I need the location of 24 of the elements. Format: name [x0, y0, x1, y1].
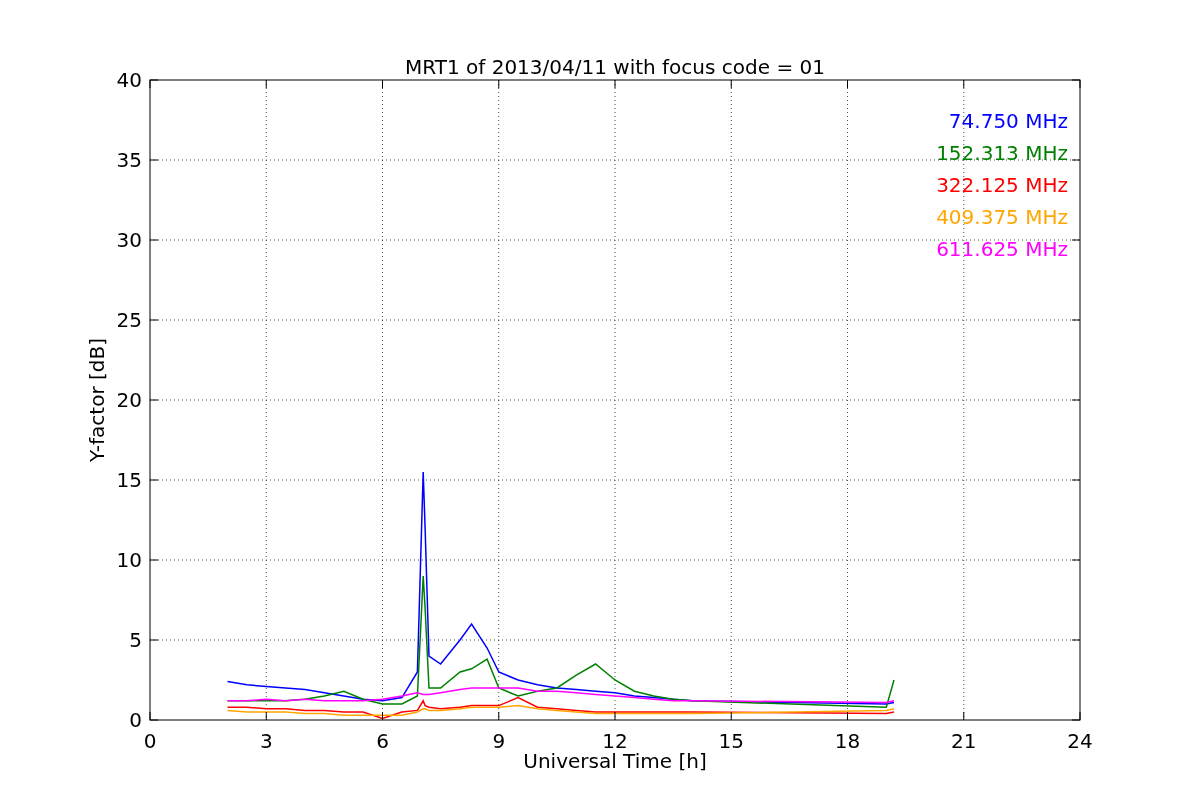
- x-tick-label: 9: [492, 729, 506, 753]
- legend-label: 322.125 MHz: [936, 173, 1068, 197]
- y-tick-label: 25: [116, 308, 142, 332]
- legend-label: 409.375 MHz: [936, 205, 1068, 229]
- y-tick-label: 40: [116, 68, 142, 92]
- x-tick-label: 3: [259, 729, 273, 753]
- chart-title: MRT1 of 2013/04/11 with focus code = 01: [405, 55, 825, 79]
- y-tick-label: 35: [116, 148, 142, 172]
- x-tick-label: 0: [143, 729, 157, 753]
- x-tick-label: 24: [1067, 729, 1093, 753]
- x-tick-label: 21: [951, 729, 977, 753]
- y-tick-label: 10: [116, 548, 142, 572]
- y-tick-label: 30: [116, 228, 142, 252]
- y-axis-label: Y-factor [dB]: [85, 338, 109, 462]
- x-tick-label: 15: [718, 729, 744, 753]
- y-tick-label: 5: [129, 628, 142, 652]
- legend-label: 611.625 MHz: [936, 237, 1068, 261]
- y-tick-label: 15: [116, 468, 142, 492]
- y-tick-label: 0: [129, 708, 142, 732]
- legend-label: 74.750 MHz: [948, 109, 1068, 133]
- legend-label: 152.313 MHz: [936, 141, 1068, 165]
- x-tick-label: 6: [376, 729, 389, 753]
- x-tick-label: 18: [834, 729, 861, 753]
- y-tick-label: 20: [116, 388, 142, 412]
